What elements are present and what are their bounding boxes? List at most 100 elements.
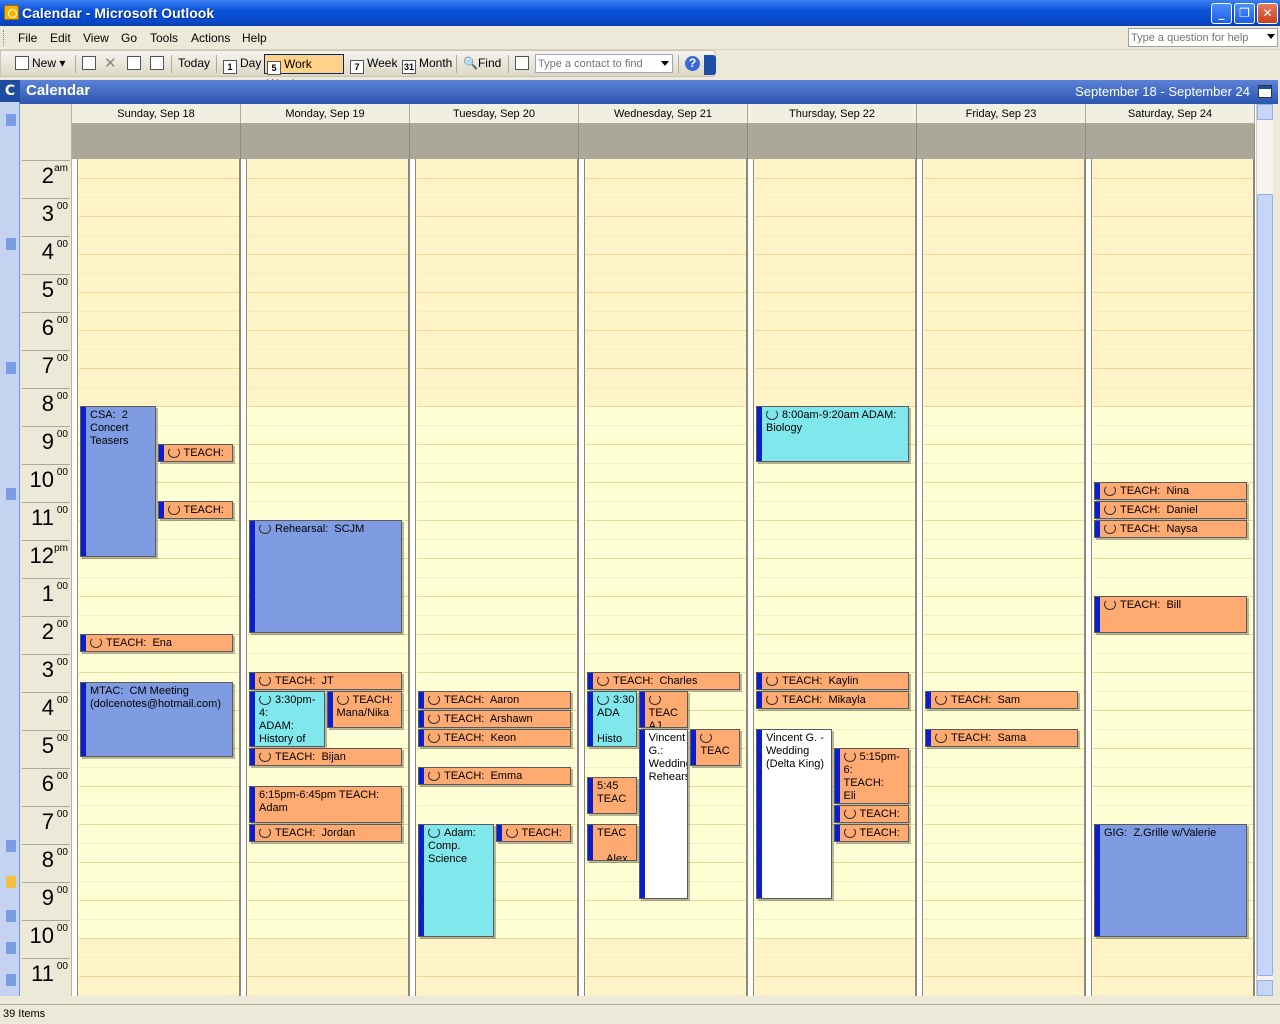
appointment[interactable]: TEACH: Aaron [418, 691, 571, 709]
appointment[interactable]: TEACH: Mana/Nika [326, 691, 402, 728]
appointment[interactable]: CSA: 2 Concert Teasers [80, 406, 156, 557]
all-day-area[interactable] [579, 124, 748, 159]
outlook-app-icon[interactable] [4, 5, 19, 20]
appointment[interactable]: 5:15pm-6: TEACH: Eli [833, 748, 909, 804]
view-grid-button[interactable] [125, 54, 144, 74]
appointment[interactable]: TEACH: D [157, 501, 233, 519]
address-book-button[interactable] [513, 54, 532, 74]
appointment[interactable]: TEAC AJ [638, 691, 689, 728]
all-day-area[interactable] [410, 124, 579, 159]
menu-edit[interactable]: Edit [50, 31, 71, 45]
close-button[interactable]: ✕ [1257, 3, 1278, 24]
day-header[interactable]: Monday, Sep 19 [241, 104, 410, 124]
appointment[interactable]: TEACH: L [157, 444, 233, 462]
month-view-button[interactable]: 31 Month [400, 54, 452, 74]
menu-file[interactable]: File [18, 31, 37, 45]
appointment[interactable]: TEACH: Charles [587, 672, 740, 690]
appointment[interactable]: 3:30pm-4: ADAM: History of Theater [249, 691, 325, 747]
day-header[interactable]: Saturday, Sep 24 [1086, 104, 1255, 124]
appointment[interactable]: Adam: Comp. Science [418, 824, 494, 937]
appointment[interactable]: MTAC: CM Meeting (dolcenotes@hotmail.com… [80, 681, 233, 757]
menu-tools[interactable]: Tools [150, 31, 178, 45]
nav-tasks-icon[interactable] [6, 942, 16, 954]
busy-indicator [1095, 502, 1100, 518]
day-header[interactable]: Thursday, Sep 22 [748, 104, 917, 124]
day-header[interactable]: Friday, Sep 23 [917, 104, 1086, 124]
nav-more-chevron-icon[interactable] [6, 974, 16, 986]
appointment[interactable]: TEACH: Mikayla [756, 691, 909, 709]
appointment[interactable]: 6:15pm-6:45pm TEACH: Adam [249, 786, 402, 823]
categories-button[interactable] [148, 54, 167, 74]
week-view-button[interactable]: 7 Week [348, 54, 397, 74]
appointment[interactable]: 8:00am-9:20am ADAM: Biology [756, 406, 909, 462]
appointment[interactable]: TEAC Tyle [690, 729, 740, 766]
appointment[interactable]: TEAC Alex [587, 824, 637, 861]
appointment[interactable]: TEACH: Bill [1094, 596, 1247, 633]
appointment[interactable]: TEACH: S [833, 824, 909, 842]
appointment[interactable]: TEACH: Bijan [249, 748, 402, 766]
appointment[interactable]: TEACH: Sama [925, 729, 1078, 747]
date-navigator-icon[interactable] [1258, 85, 1272, 98]
menu-go[interactable]: Go [121, 31, 137, 45]
appointment[interactable]: TEACH: Arshawn [418, 710, 571, 728]
appointment[interactable]: GIG: Z.Grille w/Valerie [1094, 824, 1247, 937]
appointment[interactable]: TEACH: J [495, 824, 571, 842]
appointment[interactable]: TEACH: Ena [80, 634, 233, 652]
scroll-down-button[interactable] [1257, 980, 1273, 996]
chevron-down-icon[interactable] [661, 61, 669, 66]
day-column[interactable] [917, 159, 1086, 996]
day-header[interactable]: Wednesday, Sep 21 [579, 104, 748, 124]
scroll-up-button[interactable] [1257, 104, 1273, 120]
find-button[interactable]: 🔍Find [461, 54, 501, 74]
appointment[interactable]: TEACH: Emma [418, 767, 571, 785]
all-day-area[interactable] [748, 124, 917, 159]
menu-view[interactable]: View [83, 31, 109, 45]
day-header[interactable]: Tuesday, Sep 20 [410, 104, 579, 124]
all-day-area[interactable] [1086, 124, 1255, 159]
appointment[interactable]: TEACH: Naysa [1094, 520, 1247, 538]
nav-mail-icon[interactable] [6, 840, 16, 852]
help-question-box[interactable] [1128, 28, 1278, 47]
appointment[interactable]: 5:45 TEAC [587, 776, 637, 814]
contact-search-input[interactable] [538, 56, 658, 71]
nav-contacts-icon[interactable] [6, 910, 16, 922]
appointment[interactable]: TEACH: Kaylin [756, 672, 909, 690]
nav-calendar-icon[interactable] [6, 876, 16, 888]
appointment[interactable]: TEACH: Keon [418, 729, 571, 747]
delete-button[interactable]: ✕ [102, 54, 117, 74]
appointment[interactable]: TEACH: N [833, 805, 909, 823]
nav-arrow-icon[interactable] [6, 114, 16, 126]
all-day-area[interactable] [917, 124, 1086, 159]
toolbar-options-chevron[interactable] [704, 55, 716, 75]
appointment[interactable]: Vincent G.: Wedding Rehears [638, 729, 689, 899]
navigation-pane-header[interactable]: C [0, 80, 20, 102]
help-button[interactable]: ? [683, 54, 700, 74]
day-column[interactable] [72, 159, 241, 996]
minimize-button[interactable]: _ [1211, 3, 1232, 24]
appointment[interactable]: TEACH: Nina [1094, 482, 1247, 500]
appointment[interactable]: TEACH: Sam [925, 691, 1078, 709]
day-header[interactable]: Sunday, Sep 18 [72, 104, 241, 124]
new-button[interactable]: New ▾ [13, 54, 65, 74]
appointment[interactable]: 3:30 ADA Histo [587, 691, 637, 747]
day-view-button[interactable]: 1 Day [221, 54, 261, 74]
appointment[interactable]: TEACH: JT [249, 672, 402, 690]
work-week-view-button[interactable]: 5Work Week [264, 54, 344, 91]
help-question-input[interactable] [1131, 30, 1261, 45]
appointment[interactable]: Rehearsal: SCJM [249, 520, 402, 633]
restore-button[interactable]: ❐ [1234, 3, 1255, 24]
scroll-thumb[interactable] [1257, 194, 1273, 976]
menu-grip[interactable] [3, 30, 6, 46]
menu-actions[interactable]: Actions [191, 31, 230, 45]
appointment[interactable]: Vincent G. - Wedding (Delta King) [756, 729, 832, 899]
print-button[interactable] [80, 54, 99, 74]
menu-help[interactable]: Help [242, 31, 267, 45]
all-day-area[interactable] [241, 124, 410, 159]
contact-search-box[interactable] [535, 54, 673, 73]
appointment[interactable]: TEACH: Daniel [1094, 501, 1247, 519]
chevron-down-icon[interactable] [1267, 34, 1275, 39]
today-button[interactable]: Today [176, 54, 210, 74]
appointment[interactable]: TEACH: Jordan [249, 824, 402, 842]
all-day-area[interactable] [72, 124, 241, 159]
vertical-scrollbar[interactable] [1256, 104, 1273, 996]
